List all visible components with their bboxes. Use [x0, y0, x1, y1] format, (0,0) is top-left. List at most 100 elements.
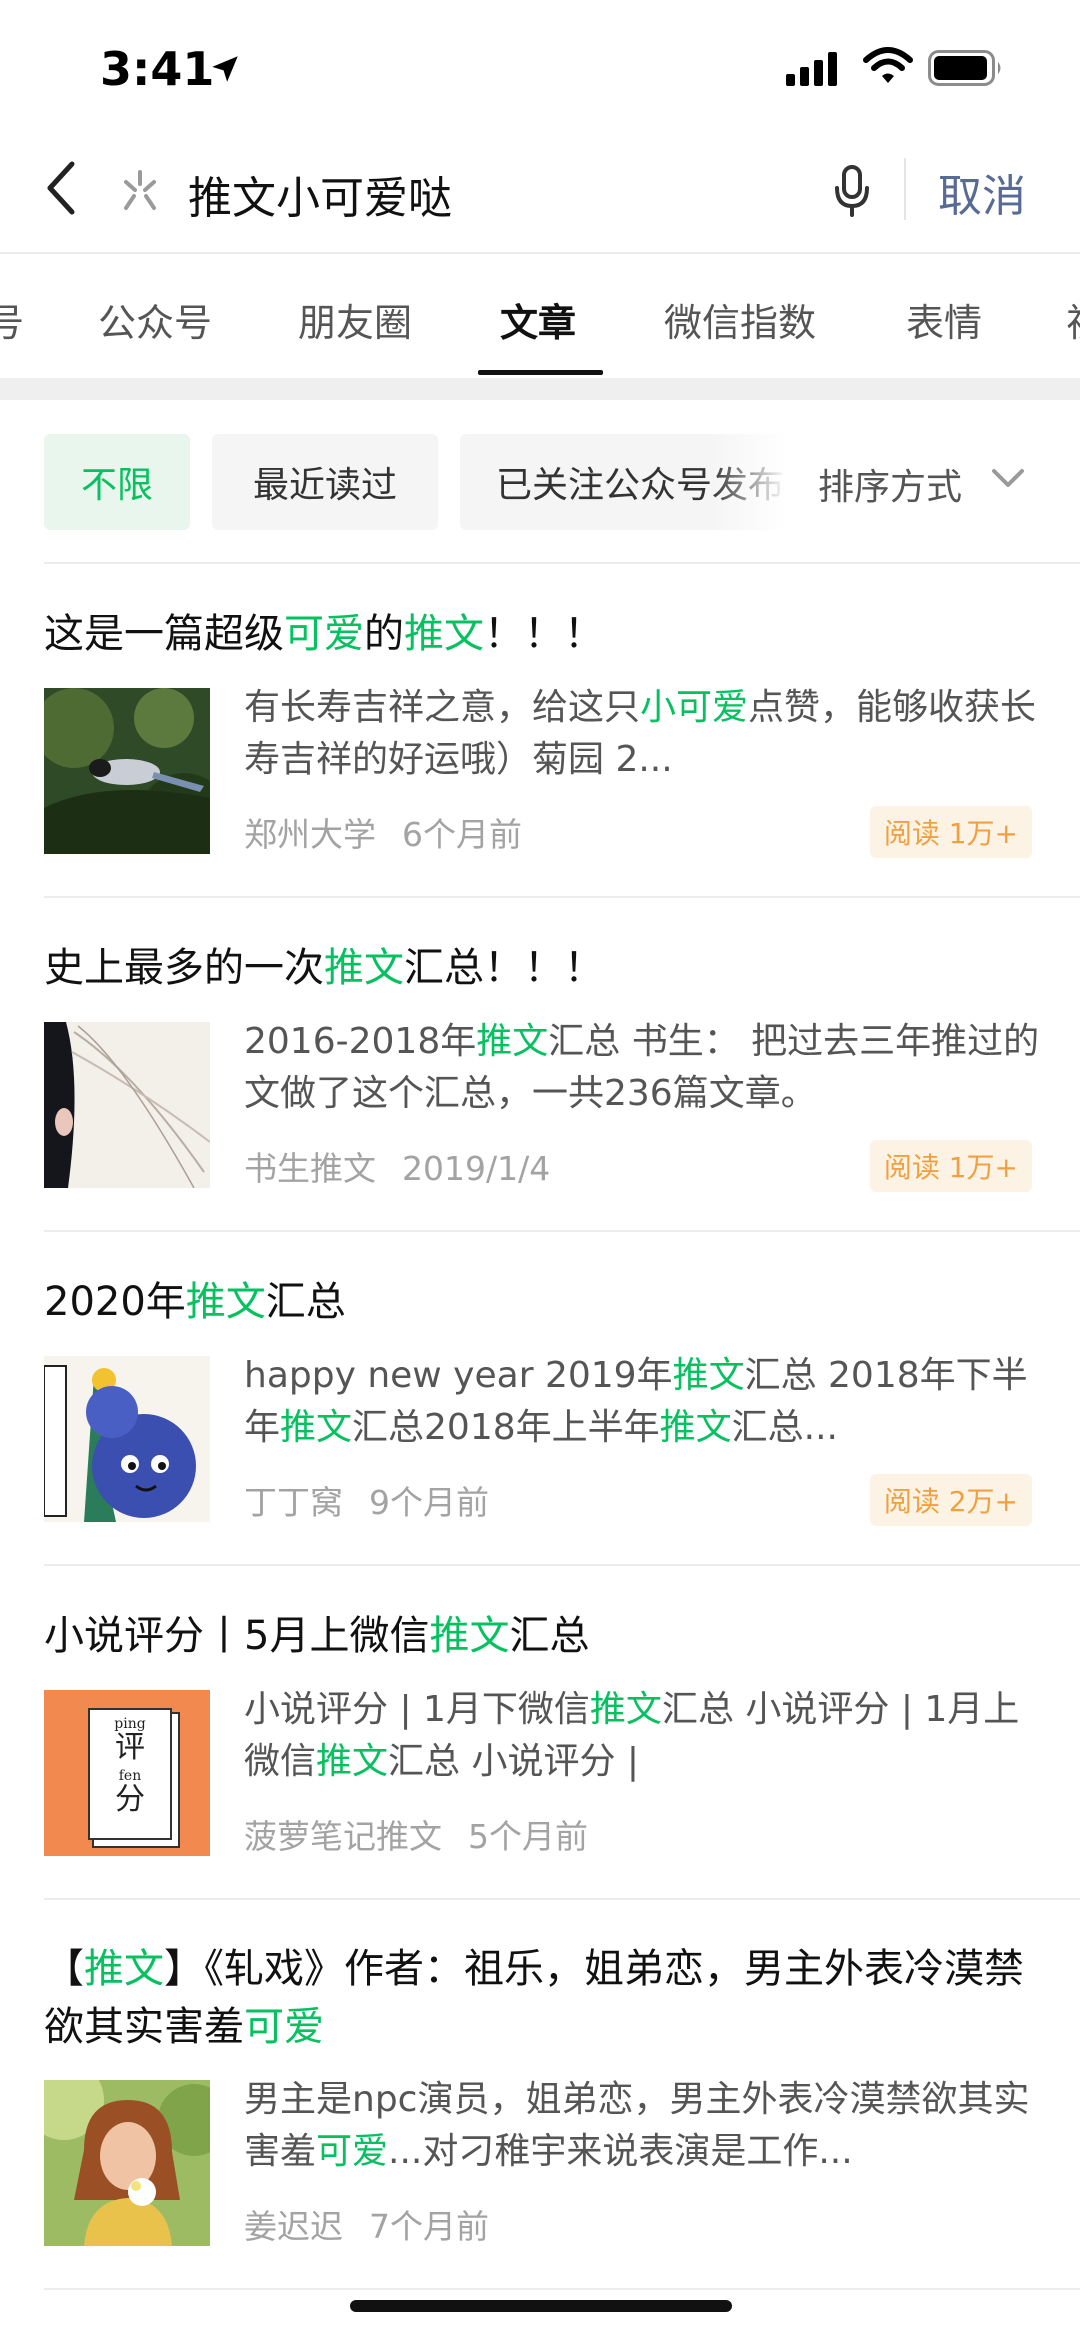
text-segment: 2020年 — [44, 1279, 186, 1325]
article-meta: 丁丁窝 9个月前 — [244, 1476, 515, 1524]
read-count-badge: 阅读 2万+ — [869, 1474, 1032, 1526]
microphone-icon[interactable] — [832, 164, 872, 222]
battery-icon — [928, 50, 1004, 90]
back-icon[interactable] — [44, 160, 78, 220]
text-segment: 汇总 — [265, 1279, 346, 1325]
article-thumbnail[interactable] — [44, 1356, 210, 1522]
text-segment: 有长寿吉祥之意，给这只 — [244, 687, 641, 728]
article-source[interactable]: 郑州大学 — [244, 815, 376, 854]
read-count-badge: 阅读 1万+ — [869, 1140, 1032, 1192]
article-title[interactable]: 史上最多的一次推文汇总！！！ — [44, 940, 1034, 996]
keyword-highlight: 推文 — [429, 1613, 510, 1659]
search-input[interactable]: 推文小可爱哒 — [188, 162, 452, 226]
text-segment: happy new year 2019年 — [244, 1355, 673, 1396]
article-divider — [44, 896, 1080, 898]
text-segment: 汇总 — [509, 1613, 590, 1659]
article-snippet: 有长寿吉祥之意，给这只小可爱点赞，能够收获长寿吉祥的好运哦）菊园 2... — [244, 682, 1044, 786]
sort-button[interactable]: 排序方式 — [818, 458, 962, 510]
tab-video[interactable]: 视 — [1066, 292, 1080, 347]
filter-any[interactable]: 不限 — [44, 434, 190, 530]
article-snippet: 小说评分 | 1月下微信推文汇总 小说评分 | 1月上微信推文汇总 小说评分 | — [244, 1684, 1044, 1788]
tab-moments[interactable]: 朋友圈 — [298, 292, 412, 347]
filter-fade — [710, 434, 820, 530]
char-fen: 分 — [115, 1782, 145, 1817]
header-divider — [0, 252, 1080, 254]
text-segment: 】《轧戏》作者：祖乐，姐弟恋，男主外表冷漠禁欲其实害羞 — [44, 1946, 1024, 2050]
keyword-highlight: 小可爱 — [640, 687, 749, 728]
article-divider — [44, 1230, 1080, 1232]
chevron-down-icon[interactable] — [990, 466, 1026, 494]
article-title[interactable]: 这是一篇超级可爱的推文！！！ — [44, 606, 1034, 662]
article-divider — [44, 1564, 1080, 1566]
char-ping: 评 — [115, 1730, 145, 1765]
article-time: 7个月前 — [369, 2207, 489, 2246]
keyword-highlight: 推文 — [316, 1741, 389, 1782]
keyword-highlight: 推文 — [185, 1279, 266, 1325]
tab-articles[interactable]: 文章 — [500, 292, 576, 347]
keyword-highlight: 推文 — [84, 1946, 164, 1992]
article-source[interactable]: 菠萝笔记推文 — [244, 1817, 442, 1856]
article-time: 5个月前 — [468, 1817, 588, 1856]
keyword-highlight: 推文 — [589, 1689, 662, 1730]
article-meta: 郑州大学 6个月前 — [244, 808, 548, 856]
article-time: 2019/1/4 — [402, 1149, 551, 1188]
article-source[interactable]: 丁丁窝 — [244, 1483, 343, 1522]
keyword-highlight: 推文 — [404, 611, 484, 657]
search-divider — [904, 158, 906, 220]
article-divider — [44, 1898, 1080, 1900]
text-segment: 史上最多的一次 — [44, 945, 324, 991]
text-segment: 小说评分 | 1月下微信 — [244, 1689, 590, 1730]
filter-divider — [44, 562, 1080, 564]
keyword-highlight: 可爱 — [284, 611, 364, 657]
tab-wechat-index[interactable]: 微信指数 — [664, 292, 816, 347]
article-divider — [44, 2288, 1080, 2290]
article-meta: 姜迟迟 7个月前 — [244, 2200, 515, 2248]
article-snippet: 2016-2018年推文汇总 书生： 把过去三年推过的文做了这个汇总，一共236… — [244, 1016, 1044, 1120]
text-segment: ！！！ — [484, 611, 604, 657]
keyword-highlight: 推文 — [280, 1407, 353, 1448]
status-time: 3:41 — [100, 42, 215, 96]
article-meta: 菠萝笔记推文 5个月前 — [244, 1810, 614, 1858]
article-thumbnail[interactable] — [44, 1022, 210, 1188]
tab-stickers[interactable]: 表情 — [906, 292, 982, 347]
article-source[interactable]: 书生推文 — [244, 1149, 376, 1188]
keyword-highlight: 推文 — [324, 945, 404, 991]
keyword-highlight: 可爱 — [244, 2004, 324, 2050]
wifi-icon — [862, 46, 914, 90]
article-title[interactable]: 2020年推文汇总 — [44, 1274, 1034, 1330]
keyword-highlight: 推文 — [672, 1355, 745, 1396]
keyword-highlight: 可爱 — [316, 2131, 389, 2172]
text-segment: 这是一篇超级 — [44, 611, 284, 657]
location-arrow-icon — [208, 52, 242, 90]
cancel-button[interactable]: 取消 — [938, 160, 1026, 224]
text-segment: 汇总2018年上半年 — [352, 1407, 660, 1448]
read-count-badge: 阅读 1万+ — [869, 806, 1032, 858]
article-title[interactable]: 【推文】《轧戏》作者：祖乐，姐弟恋，男主外表冷漠禁欲其实害羞可爱 — [44, 1940, 1034, 2056]
article-snippet: 男主是npc演员，姐弟恋，男主外表冷漠禁欲其实害羞可爱...对刁稚宇来说表演是工… — [244, 2074, 1044, 2178]
keyword-highlight: 推文 — [476, 1021, 549, 1062]
score-card: ping 评 fen 分 — [88, 1708, 172, 1840]
text-segment: 的 — [364, 611, 404, 657]
keyword-highlight: 推文 — [659, 1407, 732, 1448]
article-thumbnail[interactable] — [44, 2080, 210, 2246]
active-tab-indicator — [478, 370, 603, 375]
text-segment: 汇总！！！ — [404, 945, 604, 991]
search-type-icon — [118, 168, 162, 216]
article-title[interactable]: 小说评分丨5月上微信推文汇总 — [44, 1608, 1034, 1664]
home-indicator[interactable] — [350, 2300, 732, 2312]
article-time: 6个月前 — [402, 815, 522, 854]
cellular-signal-icon — [786, 52, 842, 90]
tab-account[interactable]: 号 — [0, 292, 24, 347]
article-source[interactable]: 姜迟迟 — [244, 2207, 343, 2246]
text-segment: 汇总... — [731, 1407, 839, 1448]
article-thumbnail[interactable]: ping 评 fen 分 — [44, 1690, 210, 1856]
text-segment: 【 — [44, 1946, 84, 1992]
filter-recently-read[interactable]: 最近读过 — [212, 434, 438, 530]
text-segment: 2016-2018年 — [244, 1021, 477, 1062]
text-segment: ...对刁稚宇来说表演是工作... — [388, 2131, 853, 2172]
tab-official-accounts[interactable]: 公众号 — [98, 292, 212, 347]
text-segment: 小说评分丨5月上微信 — [44, 1613, 430, 1659]
text-segment: 汇总 小说评分 | — [388, 1741, 640, 1782]
article-snippet: happy new year 2019年推文汇总 2018年下半年推文汇总201… — [244, 1350, 1044, 1454]
article-thumbnail[interactable] — [44, 688, 210, 854]
